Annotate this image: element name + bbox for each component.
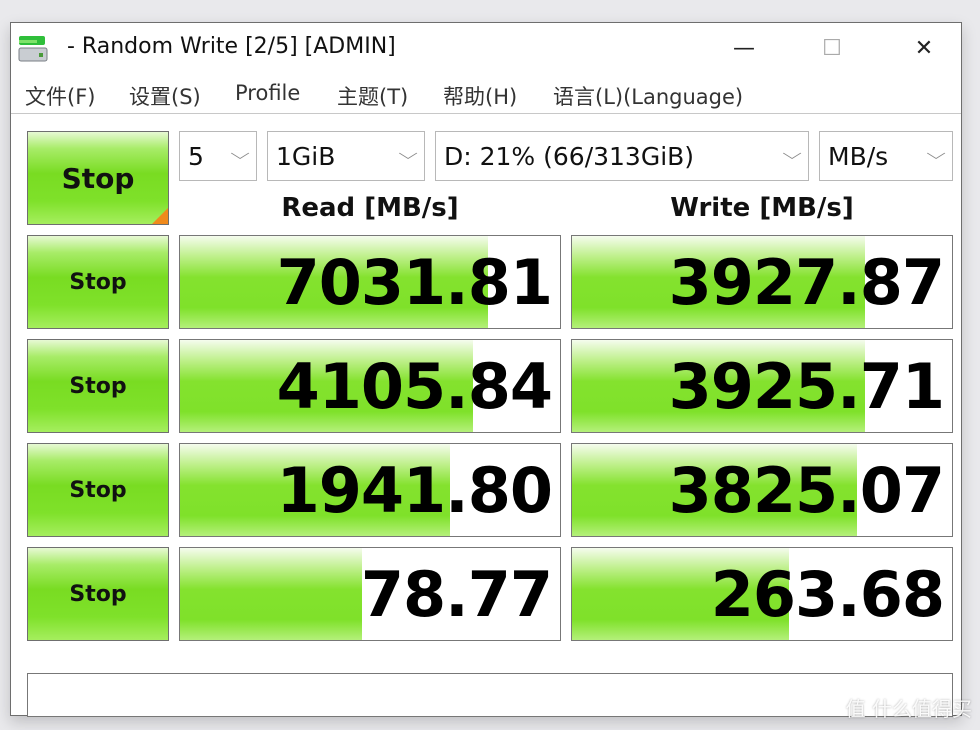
- maximize-button[interactable]: ☐: [809, 29, 855, 67]
- close-button[interactable]: ✕: [901, 29, 947, 67]
- write-result-cell: 3825.07: [571, 443, 953, 537]
- row-stop-button[interactable]: Stop: [27, 235, 169, 329]
- read-result-cell: 78.77: [179, 547, 561, 641]
- status-bar: [27, 673, 953, 717]
- row-stop-label: Stop: [69, 477, 127, 503]
- menu-help[interactable]: 帮助(H): [443, 81, 517, 111]
- write-value: 3925.71: [668, 349, 945, 423]
- read-column-header: Read [MB/s]: [281, 193, 459, 223]
- main-panel: Stop 5 ⌵ 1GiB ⌵ D: 21% (66/313GiB) ⌵ MB/…: [11, 115, 961, 717]
- chevron-down-icon: ⌵: [230, 144, 250, 163]
- menu-theme[interactable]: 主题(T): [337, 81, 408, 111]
- row-stop-button[interactable]: Stop: [27, 547, 169, 641]
- minimize-button[interactable]: —: [721, 29, 767, 67]
- read-progress-bar: [180, 548, 363, 640]
- read-value: 7031.81: [276, 245, 553, 319]
- write-column-header: Write [MB/s]: [670, 193, 854, 223]
- test-size-value: 1GiB: [276, 141, 336, 171]
- unit-value: MB/s: [828, 141, 889, 171]
- write-value: 3927.87: [668, 245, 945, 319]
- title-bar: - Random Write [2/5] [ADMIN] — ☐ ✕: [11, 23, 961, 73]
- unit-select[interactable]: MB/s ⌵: [819, 131, 953, 181]
- menu-settings[interactable]: 设置(S): [129, 81, 201, 111]
- drive-icon: [18, 36, 48, 62]
- chevron-down-icon: ⌵: [398, 144, 418, 163]
- chevron-down-icon: ⌵: [926, 144, 946, 163]
- read-value: 1941.80: [276, 453, 553, 527]
- test-count-select[interactable]: 5 ⌵: [179, 131, 257, 181]
- watermark: 值 什么值得买: [845, 697, 972, 721]
- write-value: 263.68: [710, 557, 945, 631]
- write-result-cell: 3925.71: [571, 339, 953, 433]
- app-window: - Random Write [2/5] [ADMIN] — ☐ ✕ 文件(F)…: [10, 22, 962, 717]
- menu-file[interactable]: 文件(F): [25, 81, 95, 111]
- row-stop-label: Stop: [69, 581, 127, 607]
- read-value: 78.77: [360, 557, 553, 631]
- chevron-down-icon: ⌵: [782, 144, 802, 163]
- all-stop-button[interactable]: Stop: [27, 131, 169, 225]
- row-stop-button[interactable]: Stop: [27, 443, 169, 537]
- window-title: - Random Write [2/5] [ADMIN]: [67, 34, 396, 59]
- read-result-cell: 7031.81: [179, 235, 561, 329]
- row-stop-label: Stop: [69, 269, 127, 295]
- write-result-cell: 263.68: [571, 547, 953, 641]
- read-value: 4105.84: [276, 349, 553, 423]
- menu-language[interactable]: 语言(L)(Language): [553, 81, 743, 111]
- read-result-cell: 4105.84: [179, 339, 561, 433]
- all-stop-label: Stop: [61, 161, 135, 195]
- corner-marker-icon: [152, 208, 168, 224]
- menu-bar: 文件(F) 设置(S) Profile 主题(T) 帮助(H) 语言(L)(La…: [11, 75, 961, 114]
- row-stop-label: Stop: [69, 373, 127, 399]
- row-stop-button[interactable]: Stop: [27, 339, 169, 433]
- drive-select[interactable]: D: 21% (66/313GiB) ⌵: [435, 131, 809, 181]
- write-result-cell: 3927.87: [571, 235, 953, 329]
- test-count-value: 5: [188, 141, 204, 171]
- test-size-select[interactable]: 1GiB ⌵: [267, 131, 425, 181]
- read-result-cell: 1941.80: [179, 443, 561, 537]
- drive-value: D: 21% (66/313GiB): [444, 141, 695, 171]
- write-value: 3825.07: [668, 453, 945, 527]
- menu-profile[interactable]: Profile: [235, 81, 300, 105]
